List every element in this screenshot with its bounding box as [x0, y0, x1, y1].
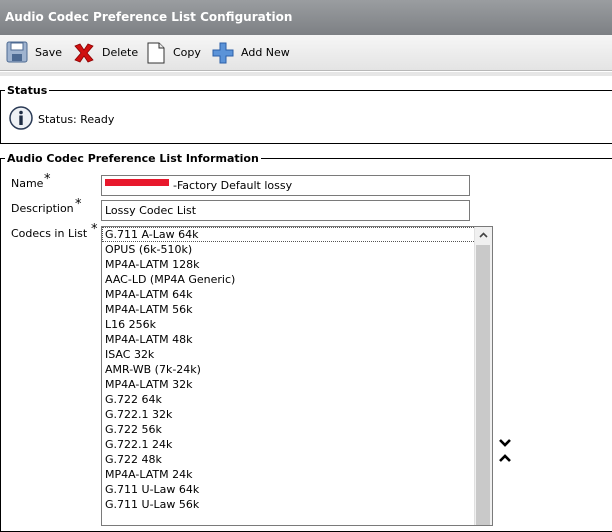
delete-button[interactable]: Delete [72, 35, 138, 70]
codec-list-item[interactable]: G.722 48k [102, 452, 476, 467]
toolbar: Save Delete Copy Add New [0, 35, 612, 71]
scroll-up-button[interactable] [475, 227, 492, 244]
name-label: Name [11, 177, 44, 190]
info-icon [9, 106, 33, 130]
codec-list-item[interactable]: MP4A-LATM 128k [102, 257, 476, 272]
codec-list-item[interactable]: G.711 U-Law 56k [102, 497, 476, 512]
save-button[interactable]: Save [6, 35, 66, 70]
scroll-up-icon [479, 232, 488, 238]
add-new-label: Add New [241, 46, 290, 59]
codec-list-item[interactable]: G.722.1 32k [102, 407, 476, 422]
codec-list-item[interactable]: MP4A-LATM 64k [102, 287, 476, 302]
description-value: Lossy Codec List [105, 204, 197, 217]
name-field[interactable]: -Factory Default lossy [101, 175, 470, 196]
save-label: Save [35, 46, 63, 59]
copy-button[interactable]: Copy [145, 35, 203, 70]
codec-list-item[interactable]: L16 256k [102, 317, 476, 332]
codec-list-item[interactable]: OPUS (6k-510k) [102, 242, 476, 257]
add-new-button[interactable]: Add New [211, 35, 291, 70]
codec-list-items: G.711 A-Law 64k OPUS (6k-510k) MP4A-LATM 1… [102, 227, 476, 512]
codecs-label: Codecs in List [11, 227, 88, 240]
codec-list-item[interactable]: AAC-LD (MP4A Generic) [102, 272, 476, 287]
codec-list-item[interactable]: G.711 U-Law 64k [102, 482, 476, 497]
codec-list-item[interactable]: ISAC 32k [102, 347, 476, 362]
codec-list-item[interactable]: AMR-WB (7k-24k) [102, 362, 476, 377]
codecs-required-mark: * [91, 222, 98, 237]
description-field[interactable]: Lossy Codec List [101, 200, 470, 221]
delete-icon [74, 43, 94, 63]
copy-label: Copy [173, 46, 201, 59]
copy-icon [147, 42, 165, 64]
vertical-scrollbar[interactable] [474, 227, 492, 525]
scroll-thumb[interactable] [476, 245, 490, 525]
delete-label: Delete [102, 46, 139, 59]
codec-list-item[interactable]: G.722 64k [102, 392, 476, 407]
codec-list-item[interactable]: G.711 A-Law 64k [102, 227, 476, 242]
toolbar-separator [0, 72, 612, 76]
name-required-mark: * [44, 172, 51, 187]
codecs-listbox[interactable]: G.711 A-Law 64k OPUS (6k-510k) MP4A-LATM 1… [101, 226, 493, 526]
move-up-icon[interactable] [497, 452, 513, 464]
info-legend: Audio Codec Preference List Information [7, 152, 259, 165]
codec-list-item[interactable]: MP4A-LATM 48k [102, 332, 476, 347]
save-icon [6, 41, 28, 63]
name-value: -Factory Default lossy [173, 179, 293, 192]
redaction-bar [105, 179, 169, 186]
status-legend: Status [7, 84, 48, 97]
codec-list-item[interactable]: G.722.1 24k [102, 437, 476, 452]
add-icon [212, 42, 234, 64]
description-label: Description [11, 202, 74, 215]
status-text: Status: Ready [38, 113, 115, 126]
description-required-mark: * [75, 197, 82, 212]
codec-list-item[interactable]: G.722 56k [102, 422, 476, 437]
move-down-icon[interactable] [497, 437, 513, 449]
codec-list-item[interactable]: MP4A-LATM 24k [102, 467, 476, 482]
codec-list-item[interactable]: MP4A-LATM 56k [102, 302, 476, 317]
window-title: Audio Codec Preference List Configuratio… [0, 0, 612, 35]
codec-list-item[interactable]: MP4A-LATM 32k [102, 377, 476, 392]
